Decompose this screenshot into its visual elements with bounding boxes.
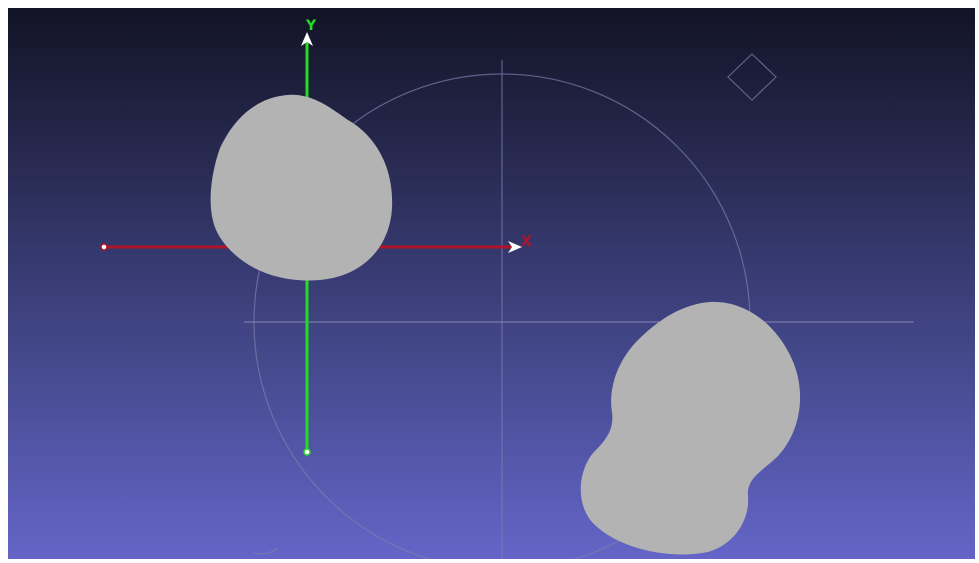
y-axis-origin-handle[interactable] (303, 448, 311, 456)
3d-viewport[interactable]: X Y (8, 8, 975, 559)
y-axis-label: Y (305, 18, 317, 34)
scene-canvas[interactable]: X Y (8, 8, 975, 559)
x-axis-label: X (521, 234, 532, 250)
mesh-object-2[interactable] (580, 301, 801, 555)
view-diamond-icon[interactable] (727, 53, 777, 101)
mesh-object-1[interactable] (210, 94, 393, 281)
x-axis-origin-handle[interactable] (100, 243, 108, 251)
trackball-lower-arc (252, 547, 279, 555)
